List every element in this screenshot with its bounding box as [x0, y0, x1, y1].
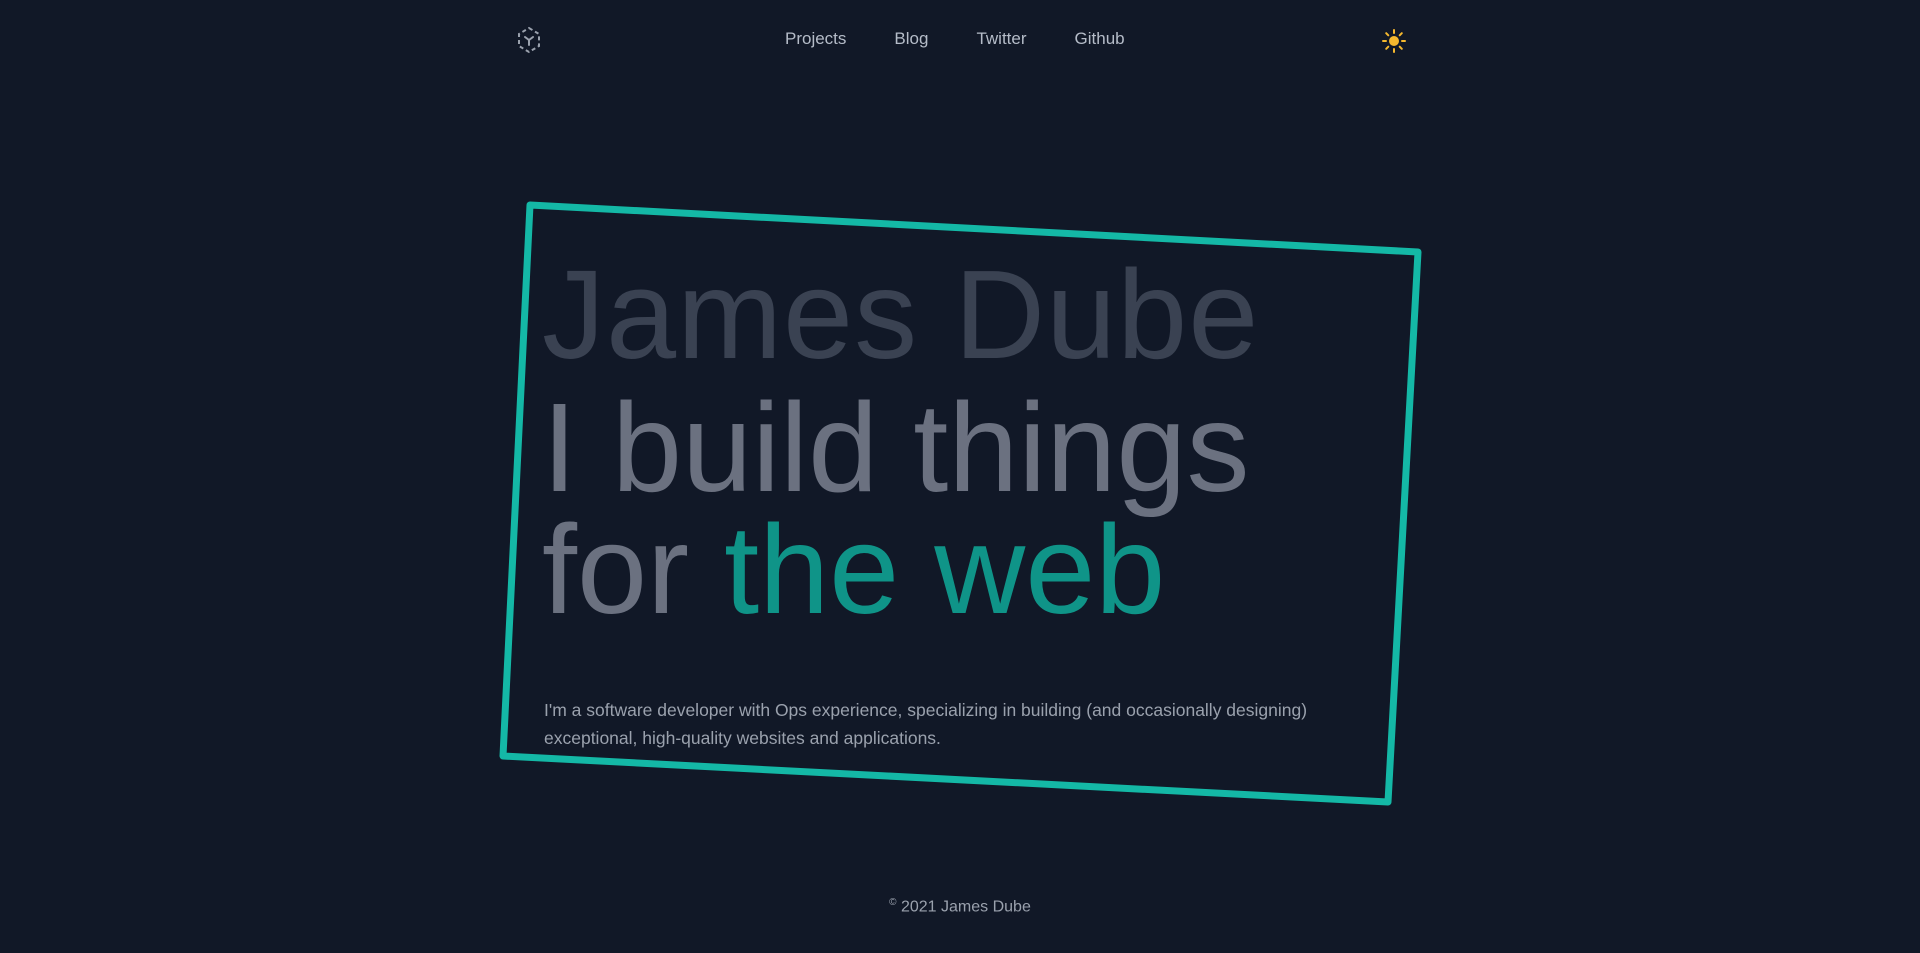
main-nav: Projects Blog Twitter Github	[785, 29, 1173, 49]
copyright-text: 2021 James Dube	[896, 898, 1031, 916]
site-footer: © 2021 James Dube	[0, 897, 1920, 916]
nav-link-projects[interactable]: Projects	[785, 29, 846, 49]
hero-intro: I'm a software developer with Ops experi…	[544, 700, 1308, 748]
hero: James Dube I build things for the web	[542, 240, 1259, 634]
nav-link-github[interactable]: Github	[1075, 29, 1125, 49]
site-header: Projects Blog Twitter Github	[515, 22, 1407, 58]
sun-icon[interactable]	[1381, 28, 1407, 54]
copyright-symbol: ©	[889, 897, 897, 908]
page: Projects Blog Twitter Github James Dube …	[0, 0, 1920, 953]
hero-tagline-line1: I build things	[542, 377, 1250, 518]
nav-link-blog[interactable]: Blog	[894, 29, 928, 49]
tagline-accent: the web	[724, 499, 1166, 640]
tagline-prefix: for	[542, 499, 725, 640]
nav-link-twitter[interactable]: Twitter	[976, 29, 1026, 49]
hero-tagline-line2: for the web	[542, 506, 1259, 634]
hexagon-logo-icon[interactable]	[515, 26, 543, 54]
hero-name: James Dube	[542, 244, 1260, 385]
